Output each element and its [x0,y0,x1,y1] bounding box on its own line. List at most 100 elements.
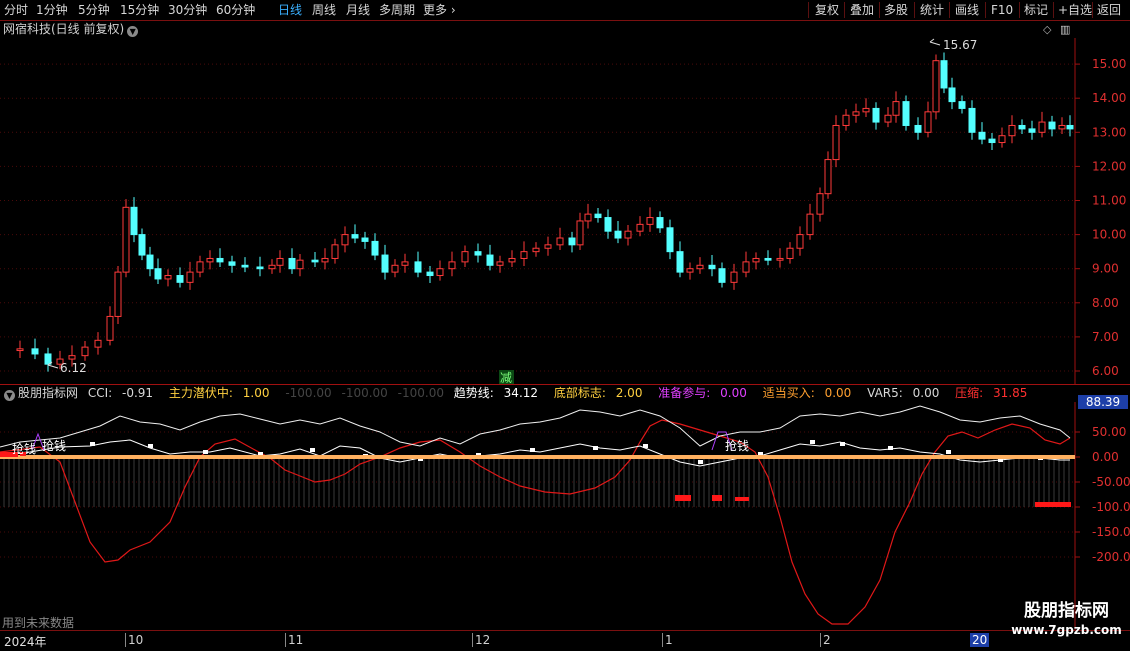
candle-body [532,247,540,253]
indicator-name[interactable]: 股朋指标网 [18,386,78,400]
month-nov: 11 [288,633,304,647]
f10-button[interactable]: F10 [991,2,1013,18]
candle-body [764,257,772,261]
indicator-axis: 50.00 0.00 -50.00 -100.0 -150.0 -200.0 [1075,425,1130,564]
fuquan-button[interactable]: 复权 [815,2,839,18]
svg-text:6.12: 6.12 [60,361,87,375]
biaoji-button[interactable]: 标记 [1024,2,1048,18]
indicator-tick-label: 50.00 [1092,425,1126,439]
period-multi[interactable]: 多周期 [379,2,415,18]
candle-body [426,271,434,277]
candle-body [16,348,24,352]
candle-body [646,217,654,225]
add-favorite-button[interactable]: +自选 [1058,2,1092,18]
period-more[interactable]: 更多 › [423,2,456,18]
candle-body [544,244,552,249]
price-tick-label: 11.00 [1092,194,1126,208]
diamond-icon[interactable]: ◇ [1043,23,1051,36]
zhuli-readout: 主力潜伏中: 1.00 [168,386,270,400]
duogu-button[interactable]: 多股 [884,2,908,18]
month-jan: 1 [665,633,673,647]
ready-readout: 准备参与: 0.00 [658,386,747,400]
candle-body [448,261,456,270]
month-dec: 12 [475,633,491,647]
candle-body [636,223,644,232]
candle-body [932,60,940,113]
cursor-date: 20 [970,633,990,647]
candle-body [196,261,204,273]
indicator-tick-label: 0.00 [1092,450,1119,464]
candle-body [216,257,224,263]
candle-body [44,353,52,365]
tongji-button[interactable]: 统计 [920,2,944,18]
year-label: 2024年 [4,635,47,649]
candle-body [666,227,674,253]
candle-body [776,257,784,261]
chevron-down-icon[interactable]: ▼ [4,390,15,401]
candle-body [241,264,249,268]
candle-body [842,114,850,126]
candle-body [256,266,264,270]
indicator-highlight-value: 88.39 [1078,395,1128,409]
candle-body [1066,124,1074,130]
candle-body [614,230,622,239]
price-tick-label: 15.00 [1092,57,1126,71]
candle-body [401,261,409,266]
candle-body [730,271,738,283]
trend-line [0,405,1071,448]
month-oct: 10 [128,633,144,647]
candle-body [718,268,726,283]
candle-body [186,271,194,283]
candle-body [164,275,172,280]
period-weekly[interactable]: 周线 [312,2,336,18]
watermark-title: 股朋指标网 [1024,601,1109,621]
chart-title-text: 网宿科技(日线 前复权) [3,22,125,36]
candle-body [686,268,694,273]
back-button[interactable]: 返回 [1097,2,1121,18]
period-60min[interactable]: 60分钟 [216,2,255,18]
candle-body [296,259,304,270]
period-daily[interactable]: 日线 [278,2,302,18]
period-monthly[interactable]: 月线 [346,2,370,18]
period-1min[interactable]: 1分钟 [36,2,68,18]
signal-label-3: 抢钱 [725,438,749,453]
candle-body [361,237,369,242]
candle-body [824,159,832,195]
candle-body [288,257,296,270]
candle-body [474,251,482,256]
period-30min[interactable]: 30分钟 [168,2,207,18]
candlestick-chart[interactable]: 15.00 14.00 13.00 12.00 11.00 10.00 9.00 8.00 7.… [0,38,1130,384]
candle-body [656,217,664,229]
chevron-down-icon[interactable]: ▼ [127,26,139,37]
candle-body [391,264,399,273]
huaxian-button[interactable]: 画线 [955,2,979,18]
period-5min[interactable]: 5分钟 [78,2,110,18]
candle-body [584,213,592,222]
chevron-right-icon: › [447,3,456,17]
chart-title[interactable]: 网宿科技(日线 前复权) ▼ [3,21,139,37]
candle-body [752,257,760,263]
buy-readout: 适当买入: 0.00 [762,386,852,400]
candle-body [594,213,602,219]
indicator-tick-label: -150.0 [1092,525,1130,539]
panel-toggle-icon[interactable]: ▥ [1060,23,1070,36]
candle-body [311,259,319,263]
candle-body [268,264,276,270]
cci-readout: CCI: -0.91 [87,386,154,400]
candle-body [1038,121,1046,133]
period-fenshi[interactable]: 分时 [4,2,28,18]
price-tick-label: 10.00 [1092,228,1126,242]
candle-body [81,346,89,357]
candle-body [998,135,1006,144]
cci-bars [3,459,1070,507]
candle-body [978,131,986,140]
candle-body [742,261,750,273]
period-15min[interactable]: 15分钟 [120,2,159,18]
candle-body [436,268,444,277]
diejia-button[interactable]: 叠加 [850,2,874,18]
indicator-chart[interactable]: 50.000.00-50.00-100.0-150.0-200.0 抢钱 抢钱 … [0,402,1130,630]
month-feb: 2 [823,633,831,647]
candle-body [806,213,814,236]
watermark-url: www.7gpzb.com [1011,623,1122,637]
candle-body [624,230,632,239]
